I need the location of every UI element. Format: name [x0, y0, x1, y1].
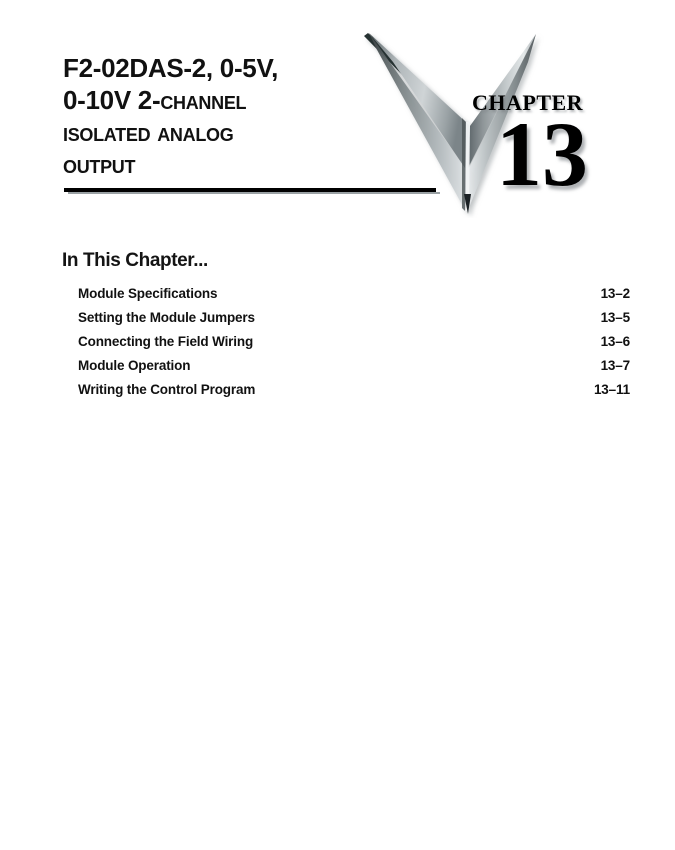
toc-entry[interactable]: Module Operation 13–7 [78, 358, 630, 382]
title-line-1: F2-02DAS-2, 0-5V, [63, 53, 279, 83]
toc-entry-label: Module Specifications [78, 286, 218, 301]
title-line-4: Output [63, 148, 363, 180]
title-line-2-plain: 0-10V 2- [63, 85, 161, 115]
chapter-header: F2-02DAS-2, 0-5V, 0-10V 2-Channel Isolat… [0, 0, 675, 232]
title-line-3-word-2: Analog [157, 117, 234, 147]
toc-entry[interactable]: Setting the Module Jumpers 13–5 [78, 310, 630, 334]
toc-entry-page: 13–11 [593, 382, 630, 397]
toc-heading: In This Chapter... [62, 250, 208, 271]
toc-entry-page: 13–2 [600, 286, 631, 301]
title-line-3: Isolated Analog [63, 116, 363, 148]
toc-entry-label: Writing the Control Program [78, 382, 256, 397]
title-rule-shadow [68, 192, 440, 194]
title-line-2-smallcaps: Channel [160, 85, 247, 115]
title-rule [64, 188, 436, 192]
title-line-4-word: Output [63, 149, 136, 179]
toc-entry[interactable]: Writing the Control Program 13–11 [78, 382, 630, 406]
chapter-number-label: 13 [496, 103, 588, 205]
title-line-2: 0-10V 2-Channel [63, 84, 363, 116]
page-title: F2-02DAS-2, 0-5V, 0-10V 2-Channel Isolat… [63, 52, 363, 180]
toc-entry-label: Module Operation [78, 358, 191, 373]
toc-entry-page: 13–5 [600, 310, 631, 325]
title-line-3-word-1: Isolated [63, 117, 151, 147]
toc-entry-label: Connecting the Field Wiring [78, 334, 254, 349]
toc-entry[interactable]: Connecting the Field Wiring 13–6 [78, 334, 630, 358]
toc-entry-page: 13–6 [600, 334, 631, 349]
toc-entry-page: 13–7 [600, 358, 631, 373]
toc-entry[interactable]: Module Specifications 13–2 [78, 286, 630, 310]
toc-entry-label: Setting the Module Jumpers [78, 310, 255, 325]
toc-list: Module Specifications 13–2 Setting the Mod… [78, 286, 630, 406]
